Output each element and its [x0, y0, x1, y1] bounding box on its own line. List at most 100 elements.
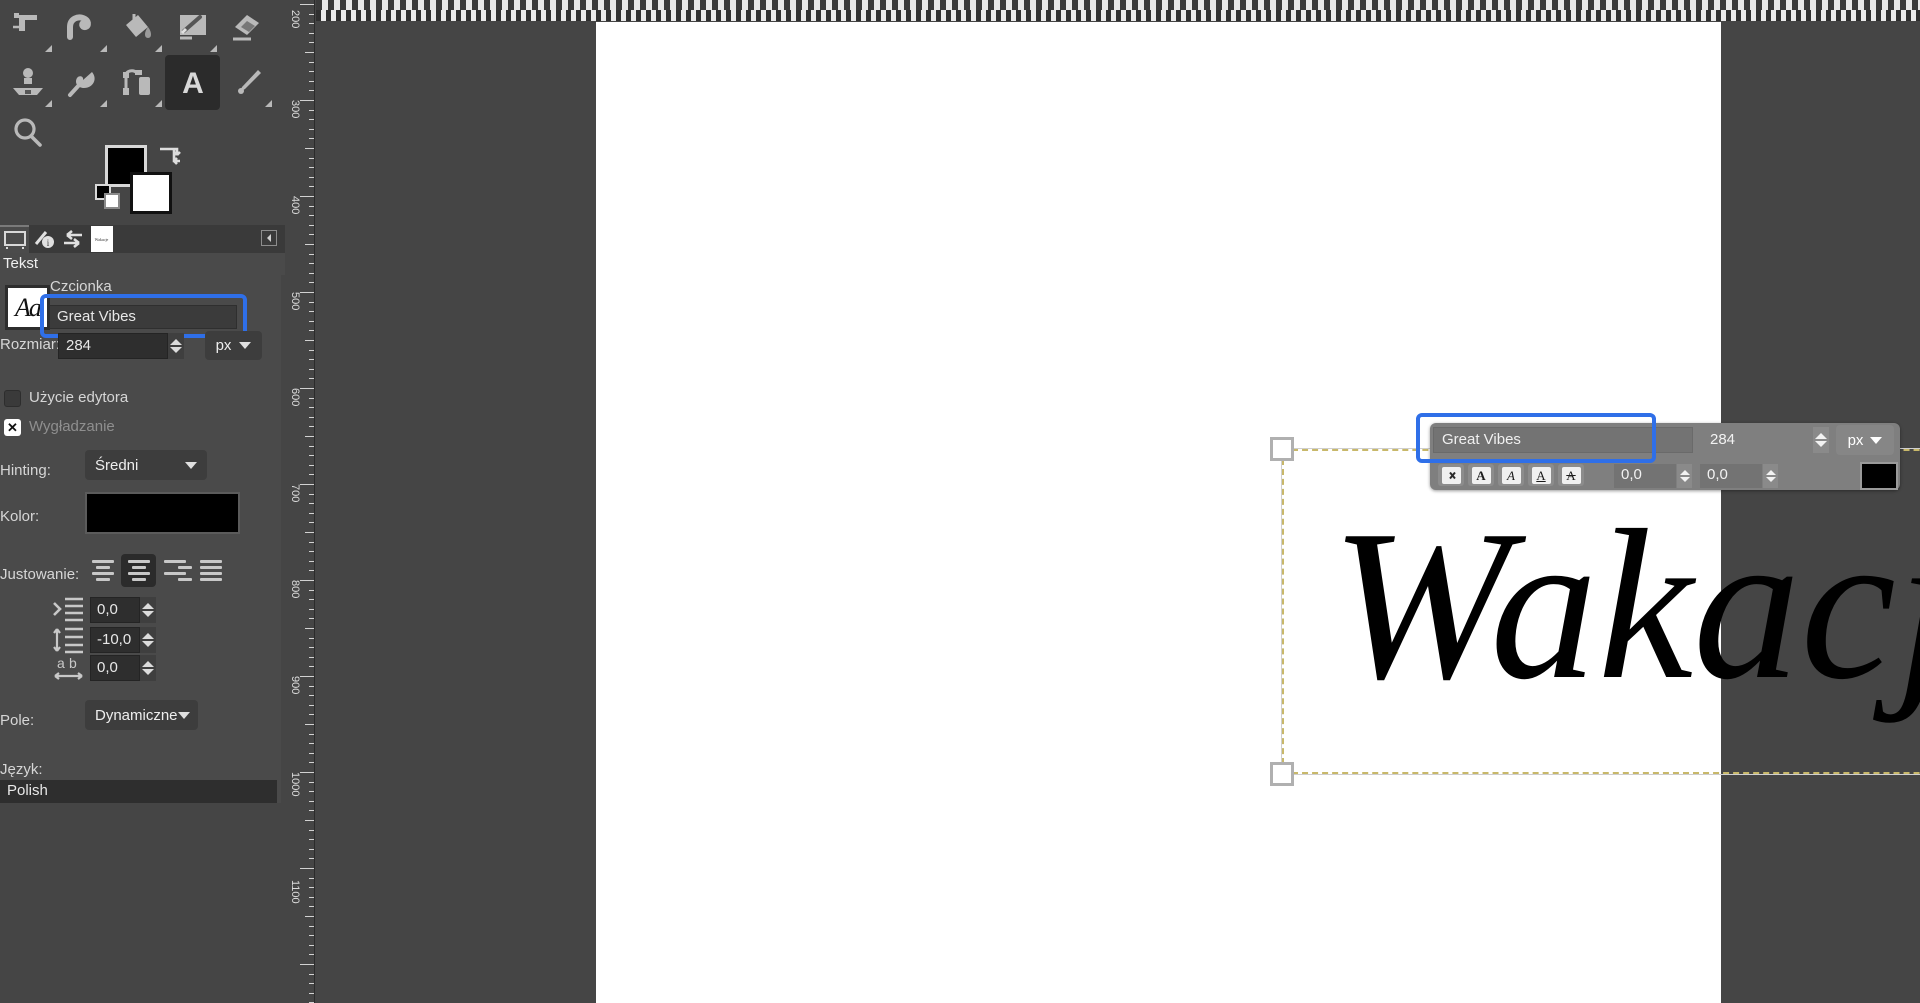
oc-baseline-stepper[interactable] [1677, 464, 1692, 488]
indent-stepper[interactable] [140, 597, 156, 623]
tool-more-triangle-icon [155, 100, 162, 107]
font-size-stepper[interactable] [168, 333, 184, 359]
text-color-swatch[interactable] [85, 492, 240, 534]
font-size-unit-dropdown[interactable]: px [205, 331, 262, 360]
stepper-up-icon[interactable] [1765, 470, 1776, 475]
antialias-checkbox[interactable]: ✕ [4, 419, 21, 436]
oc-unit-dropdown[interactable]: px [1836, 425, 1894, 455]
ink-tool-button[interactable] [110, 55, 165, 110]
dock-tab-bar: i Wakacje [0, 225, 285, 253]
indent-icon [53, 597, 83, 622]
use-editor-checkbox[interactable] [4, 390, 21, 407]
letter-spacing-icon: a b [54, 655, 83, 680]
oc-font-input[interactable]: Great Vibes [1433, 427, 1693, 453]
text-a-icon: A [182, 67, 204, 100]
image-canvas[interactable]: Wakacje Great Vibes 284 px [596, 22, 1920, 1003]
color-picker-tool-button[interactable] [220, 55, 275, 110]
justify-right-button[interactable] [157, 554, 192, 587]
font-name-input[interactable]: Great Vibes [49, 305, 237, 329]
line-spacing-stepper[interactable] [140, 627, 156, 653]
stepper-down-icon[interactable] [1765, 477, 1776, 482]
strikethrough-icon: A [1561, 466, 1581, 484]
tool-more-triangle-icon [155, 45, 162, 52]
stepper-up-icon[interactable] [142, 633, 154, 639]
stepper-up-icon[interactable] [1815, 433, 1827, 439]
strikethrough-button[interactable]: A [1558, 464, 1584, 486]
tool-options-tab[interactable] [0, 225, 29, 253]
justify-left-button[interactable] [85, 554, 120, 587]
zoom-tool-button[interactable] [0, 105, 55, 160]
stepper-down-icon[interactable] [1815, 441, 1827, 447]
font-preview[interactable]: Aa [5, 285, 50, 330]
transform-tool-button[interactable] [0, 0, 55, 55]
tool-options-title: Tekst [0, 253, 285, 275]
hinting-dropdown[interactable]: Średni [85, 450, 207, 480]
resize-handle-top-left[interactable] [1270, 437, 1294, 461]
images-tab[interactable]: Wakacje [87, 225, 116, 253]
stepper-down-icon[interactable] [142, 641, 154, 647]
eraser-tool-button[interactable] [220, 0, 275, 55]
ruler-tick-label: 500 [289, 292, 301, 311]
oc-color-swatch[interactable] [1860, 462, 1898, 490]
ruler-tick-label: 900 [289, 676, 301, 695]
color-area[interactable] [95, 145, 215, 214]
letter-spacing-input[interactable]: 0,0 [90, 655, 140, 681]
ruler-tick-label: 600 [289, 388, 301, 407]
stepper-up-icon[interactable] [170, 339, 182, 345]
bucket-fill-tool-button[interactable] [110, 0, 165, 55]
gimp-window: A i Wakacje Tekst Czcionka Aa Great Vibe… [0, 0, 1920, 1003]
clone-tool-button[interactable] [0, 55, 55, 110]
horizontal-ruler-strip [316, 10, 1920, 21]
stepper-down-icon[interactable] [1679, 477, 1690, 482]
justify-fill-button[interactable] [193, 554, 228, 587]
justify-label: Justowanie: [0, 566, 80, 583]
clear-style-button[interactable] [1438, 464, 1464, 486]
ruler-tick-label: 700 [289, 484, 301, 503]
paintbrush-tool-button[interactable] [165, 0, 220, 55]
device-status-tab[interactable]: i [29, 225, 58, 253]
box-mode-dropdown[interactable]: Dynamiczne [85, 700, 198, 730]
italic-icon: A [1501, 466, 1521, 484]
oc-kerning-stepper[interactable] [1763, 464, 1778, 488]
ruler-tick-label: 300 [289, 100, 301, 119]
underline-button[interactable]: A [1528, 464, 1554, 486]
box-mode-value: Dynamiczne [95, 706, 178, 724]
on-canvas-text-toolbar[interactable]: Great Vibes 284 px A A A A 0,0 0,0 [1430, 423, 1900, 490]
collapse-dock-button[interactable] [261, 230, 277, 246]
resize-handle-bottom-left[interactable] [1270, 762, 1294, 786]
ruler-tick-label: 1100 [289, 880, 301, 904]
tool-more-triangle-icon [265, 100, 272, 107]
magnifier-icon [13, 117, 42, 147]
undo-history-tab[interactable] [58, 225, 87, 253]
background-color-swatch[interactable] [130, 172, 172, 214]
stepper-down-icon[interactable] [142, 611, 154, 617]
reset-colors-bg-icon[interactable] [104, 193, 120, 209]
swap-colors-icon[interactable] [157, 145, 183, 167]
tool-more-triangle-icon [210, 45, 217, 52]
smudge-icon [67, 71, 95, 97]
stepper-down-icon[interactable] [142, 669, 154, 675]
indent-input[interactable]: 0,0 [90, 597, 140, 623]
stepper-down-icon[interactable] [170, 347, 182, 353]
smudge-tool-button[interactable] [55, 55, 110, 110]
warp-tool-button[interactable] [55, 0, 110, 55]
font-label: Czcionka [50, 278, 112, 295]
justify-center-button[interactable] [121, 554, 156, 587]
oc-kerning-input[interactable]: 0,0 [1700, 464, 1762, 488]
canvas-area[interactable]: Wakacje Great Vibes 284 px [316, 0, 1920, 1003]
oc-baseline-input[interactable]: 0,0 [1614, 464, 1676, 488]
oc-size-input[interactable]: 284 [1702, 427, 1812, 453]
text-tool-button[interactable]: A [165, 55, 220, 110]
bold-button[interactable]: A [1468, 464, 1494, 486]
font-size-input[interactable]: 284 [58, 333, 168, 359]
line-spacing-input[interactable]: -10,0 [90, 627, 140, 653]
stepper-up-icon[interactable] [142, 603, 154, 609]
letter-spacing-stepper[interactable] [140, 655, 156, 681]
text-layer-bounding-box[interactable] [1281, 448, 1920, 775]
oc-size-stepper[interactable] [1813, 427, 1829, 453]
stepper-up-icon[interactable] [142, 661, 154, 667]
language-input[interactable]: Polish [0, 780, 277, 803]
vertical-ruler[interactable]: 200 300 400 500 600 700 800 900 1000 110… [285, 0, 315, 1003]
italic-button[interactable]: A [1498, 464, 1524, 486]
stepper-up-icon[interactable] [1679, 470, 1690, 475]
